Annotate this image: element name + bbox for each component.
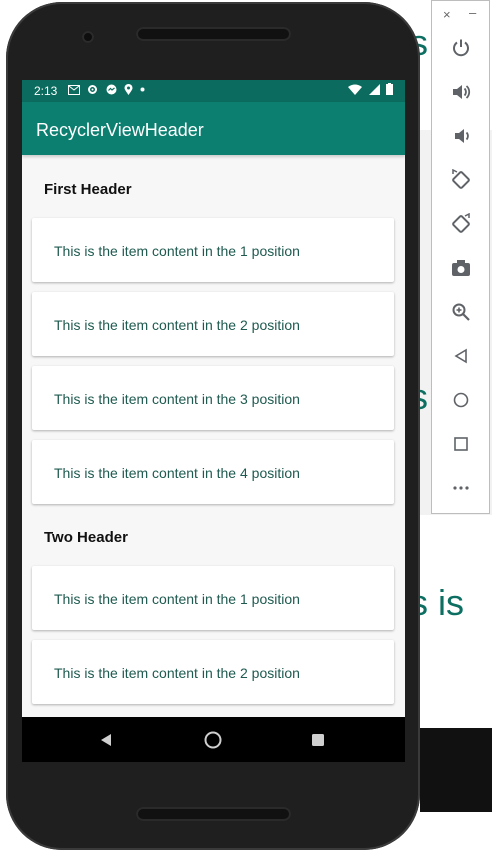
rotate-left-button[interactable] <box>446 165 476 195</box>
section-header: Two Header <box>44 529 128 546</box>
list-item[interactable]: This is the item content in the 2 positi… <box>32 640 394 704</box>
zoom-button[interactable] <box>446 297 476 327</box>
recents-icon <box>312 733 324 746</box>
list-item-text: This is the item content in the 3 positi… <box>54 391 300 407</box>
list-item[interactable]: This is the item content in the 1 positi… <box>32 566 394 630</box>
zoom-icon <box>452 303 470 321</box>
rotate-right-button[interactable] <box>446 209 476 239</box>
section-header: First Header <box>44 181 132 198</box>
settings-icon <box>88 85 98 94</box>
list-item[interactable]: This is the item content in the 2 positi… <box>32 292 394 356</box>
overview-button[interactable] <box>446 429 476 459</box>
list-item[interactable]: This is the item content in the 1 positi… <box>32 218 394 282</box>
battery-icon <box>386 83 393 95</box>
screenshot-button[interactable] <box>446 253 476 283</box>
phone-screen: 2:13 RecyclerViewHeader First Header Thi… <box>22 80 405 762</box>
list-item-text: This is the item content in the 4 positi… <box>54 465 300 481</box>
rotate-left-icon <box>452 169 470 189</box>
power-button[interactable] <box>446 33 476 63</box>
home-icon <box>204 731 222 748</box>
back-icon <box>101 733 111 746</box>
minimize-button[interactable]: – <box>469 5 476 20</box>
back-icon <box>454 348 467 364</box>
home-icon <box>453 392 469 408</box>
top-speaker <box>136 27 291 41</box>
dot-icon <box>140 87 145 92</box>
bottom-speaker <box>136 807 291 821</box>
signal-icon <box>368 84 380 95</box>
volume-down-button[interactable] <box>446 121 476 151</box>
volume-down-icon <box>455 129 469 143</box>
volume-up-button[interactable] <box>446 77 476 107</box>
back-button[interactable] <box>446 341 476 371</box>
status-left-icons <box>68 83 145 97</box>
nav-home-button[interactable] <box>183 717 243 762</box>
messenger-icon <box>106 84 117 95</box>
nav-back-button[interactable] <box>76 717 136 762</box>
toolbar-window-controls: × – <box>432 5 489 25</box>
rotate-right-icon <box>452 213 470 233</box>
status-bar: 2:13 <box>22 80 405 102</box>
list-item-text: This is the item content in the 1 positi… <box>54 243 300 259</box>
status-time: 2:13 <box>34 84 58 98</box>
front-camera <box>82 31 94 43</box>
list-item-text: This is the item content in the 1 positi… <box>54 591 300 607</box>
status-right-icons <box>348 83 393 97</box>
app-bar: RecyclerViewHeader <box>22 102 405 155</box>
host-window-dark-strip <box>420 728 492 812</box>
more-button[interactable] <box>446 473 476 503</box>
camera-icon <box>452 260 470 276</box>
more-icon <box>453 486 469 490</box>
recycler-view[interactable]: First Header This is the item content in… <box>22 155 405 717</box>
volume-up-icon <box>453 85 471 99</box>
nav-recents-button[interactable] <box>288 717 348 762</box>
wifi-icon <box>348 84 363 95</box>
list-item-text: This is the item content in the 2 positi… <box>54 317 300 333</box>
list-item[interactable]: This is the item content in the 4 positi… <box>32 440 394 504</box>
list-item-text: This is the item content in the 2 positi… <box>54 665 300 681</box>
home-button[interactable] <box>446 385 476 415</box>
overview-icon <box>454 437 468 451</box>
list-item[interactable]: This is the item content in the 3 positi… <box>32 366 394 430</box>
power-icon <box>453 39 469 57</box>
location-icon <box>124 84 133 95</box>
system-nav-bar <box>22 717 405 762</box>
emulator-toolbar: × – <box>431 0 490 514</box>
app-title: RecyclerViewHeader <box>36 120 204 140</box>
gmail-icon <box>68 85 80 95</box>
close-button[interactable]: × <box>443 7 451 22</box>
